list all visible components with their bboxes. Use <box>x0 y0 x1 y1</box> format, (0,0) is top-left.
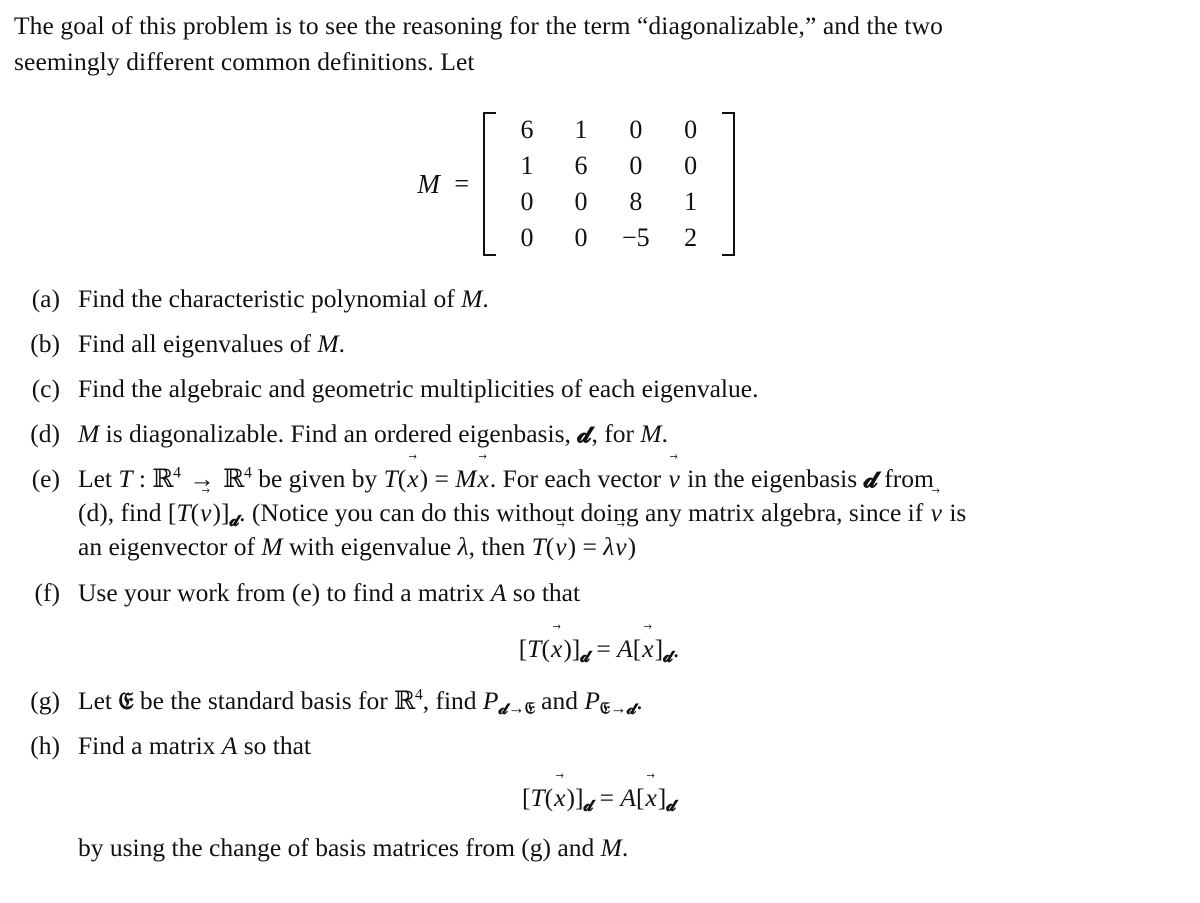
matrix-cell: 6 <box>520 115 534 144</box>
intro-line-2: seemingly different common definitions. … <box>14 47 475 76</box>
matrix-cell: 1 <box>574 115 588 144</box>
problem-list: (a) Find the characteristic polynomial o… <box>14 282 1172 877</box>
matrix-cell: 2 <box>684 223 698 252</box>
matrix-row: 6 1 0 0 <box>500 112 718 148</box>
matrix-label-M: M <box>417 168 441 199</box>
fraktur-b-symbol: 𝓭 <box>580 645 591 666</box>
problem-item-h: (h) Find a matrix A so that [T(x)]𝓭 = A[… <box>14 729 1172 865</box>
matrix-equation: M = 6 1 0 0 1 6 0 0 0 0 8 1 0 0 −5 2 <box>417 112 735 256</box>
fraktur-b-symbol: 𝓭 <box>229 509 240 530</box>
problem-item-a: (a) Find the characteristic polynomial o… <box>14 282 1172 316</box>
fraktur-e-symbol: 𝔈 <box>118 686 134 715</box>
left-bracket-icon <box>483 112 496 256</box>
item-body-g: Let 𝔈 be the standard basis for ℝ4, find… <box>78 684 1172 718</box>
matrix-cell: 0 <box>684 115 698 144</box>
matrix-cell: 0 <box>574 187 588 216</box>
matrix-row: 0 0 −5 2 <box>500 220 718 256</box>
fraktur-b-symbol: 𝓭 <box>577 419 592 448</box>
item-text: Find all eigenvalues of M. <box>78 329 345 358</box>
item-marker-d: (d) <box>30 419 60 448</box>
item-text: Find a matrix A so that <box>78 731 312 760</box>
problem-item-g: (g) Let 𝔈 be the standard basis for ℝ4, … <box>14 684 1172 718</box>
item-marker-b: (b) <box>30 329 60 358</box>
matrix-cell: 6 <box>574 151 588 180</box>
intro-paragraph: The goal of this problem is to see the r… <box>14 8 1172 80</box>
item-marker-c: (c) <box>31 374 60 403</box>
matrix-cell: 0 <box>629 115 643 144</box>
fraktur-b-symbol: 𝓭 <box>666 794 676 815</box>
matrix-cell: 0 <box>520 187 534 216</box>
matrix-body: 6 1 0 0 1 6 0 0 0 0 8 1 0 0 −5 2 <box>483 112 735 256</box>
item-marker-f: (f) <box>34 578 60 607</box>
item-after-text: by using the change of basis matrices fr… <box>78 833 629 862</box>
matrix-cell: 0 <box>684 151 698 180</box>
equals-sign: = <box>454 169 469 198</box>
item-body-e: Let T : ℝ4 → ℝ4 be given by T(x) = Mx. F… <box>78 462 1172 564</box>
item-body-d: M is diagonalizable. Find an ordered eig… <box>78 417 1172 451</box>
fraktur-b-symbol: 𝓭 <box>863 464 878 493</box>
item-body-b: Find all eigenvalues of M. <box>78 327 1172 361</box>
item-text-line: Let T : ℝ4 → ℝ4 be given by T(x) = Mx. F… <box>78 462 1172 496</box>
matrix-grid: 6 1 0 0 1 6 0 0 0 0 8 1 0 0 −5 2 <box>500 112 718 256</box>
problem-item-d: (d) M is diagonalizable. Find an ordered… <box>14 417 1172 451</box>
fraktur-b-symbol: 𝓭 <box>663 645 673 666</box>
item-text: M is diagonalizable. Find an ordered eig… <box>78 419 669 448</box>
item-body-a: Find the characteristic polynomial of M. <box>78 282 1172 316</box>
matrix-definition-display: M = 6 1 0 0 1 6 0 0 0 0 8 1 0 0 −5 2 <box>0 112 1200 256</box>
fraktur-b-symbol: 𝓭 <box>583 794 594 815</box>
item-body-f: Use your work from (e) to find a matrix … <box>78 576 1172 666</box>
item-marker-a: (a) <box>31 284 60 313</box>
right-bracket-icon <box>721 112 735 256</box>
matrix-cell: 1 <box>520 151 534 180</box>
problem-item-c: (c) Find the algebraic and geometric mul… <box>14 372 1172 406</box>
matrix-cell: 1 <box>684 187 698 216</box>
document-page: The goal of this problem is to see the r… <box>0 0 1200 903</box>
displayed-equation-f: [T(x)]𝓭 = A[x]𝓭. <box>78 632 1172 666</box>
problem-item-e: (e) Let T : ℝ4 → ℝ4 be given by T(x) = M… <box>14 462 1172 564</box>
item-text: Find the characteristic polynomial of M. <box>78 284 489 313</box>
matrix-cell: 0 <box>520 223 534 252</box>
matrix-row: 0 0 8 1 <box>500 184 718 220</box>
matrix-cell: −5 <box>622 223 650 252</box>
item-text: Let 𝔈 be the standard basis for ℝ4, find… <box>78 686 643 718</box>
item-marker-g: (g) <box>30 686 60 715</box>
item-body-h: Find a matrix A so that [T(x)]𝓭 = A[x]𝓭 … <box>78 729 1172 865</box>
item-marker-e: (e) <box>31 464 60 493</box>
intro-line-1: The goal of this problem is to see the r… <box>14 11 943 40</box>
item-text: Use your work from (e) to find a matrix … <box>78 578 581 607</box>
item-marker-h: (h) <box>30 731 60 760</box>
item-body-c: Find the algebraic and geometric multipl… <box>78 372 1172 406</box>
matrix-cell: 0 <box>574 223 588 252</box>
item-text-line: an eigenvector of M with eigenvalue λ, t… <box>78 530 1172 564</box>
item-text: Find the algebraic and geometric multipl… <box>78 374 759 403</box>
matrix-row: 1 6 0 0 <box>500 148 718 184</box>
displayed-equation-h: [T(x)]𝓭 = A[x]𝓭 <box>78 781 1172 815</box>
matrix-cell: 0 <box>629 151 643 180</box>
problem-item-b: (b) Find all eigenvalues of M. <box>14 327 1172 361</box>
problem-item-f: (f) Use your work from (e) to find a mat… <box>14 576 1172 666</box>
matrix-cell: 8 <box>629 187 643 216</box>
